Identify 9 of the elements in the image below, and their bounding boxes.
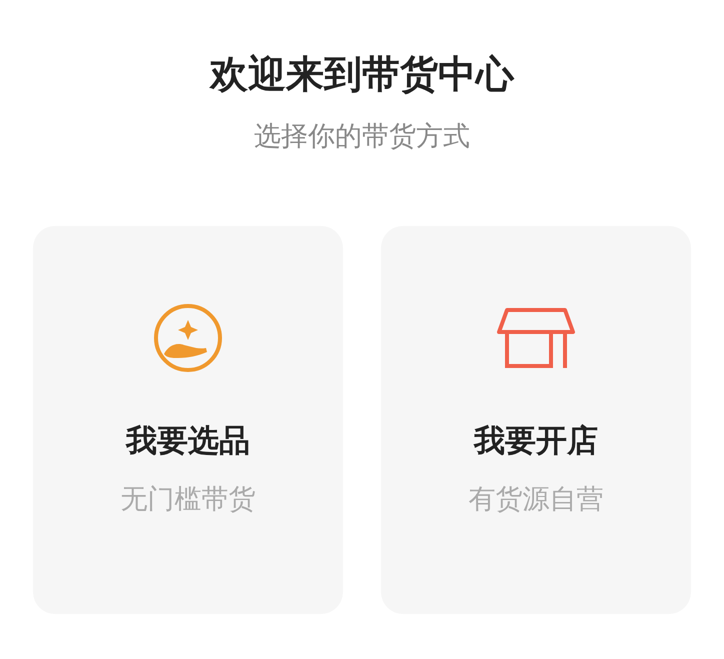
option-card[interactable]: 我要选品 无门槛带货 (33, 226, 343, 614)
page-subtitle: 选择你的带货方式 (254, 120, 470, 152)
store-icon (495, 306, 577, 370)
option-subtitle: 无门槛带货 (120, 482, 256, 516)
option-subtitle: 有货源自营 (468, 482, 604, 516)
page-title: 欢迎来到带货中心 (210, 53, 514, 98)
option-title: 我要选品 (126, 422, 250, 460)
option-title: 我要开店 (474, 422, 598, 460)
option-card[interactable]: 我要开店 有货源自营 (381, 226, 691, 614)
